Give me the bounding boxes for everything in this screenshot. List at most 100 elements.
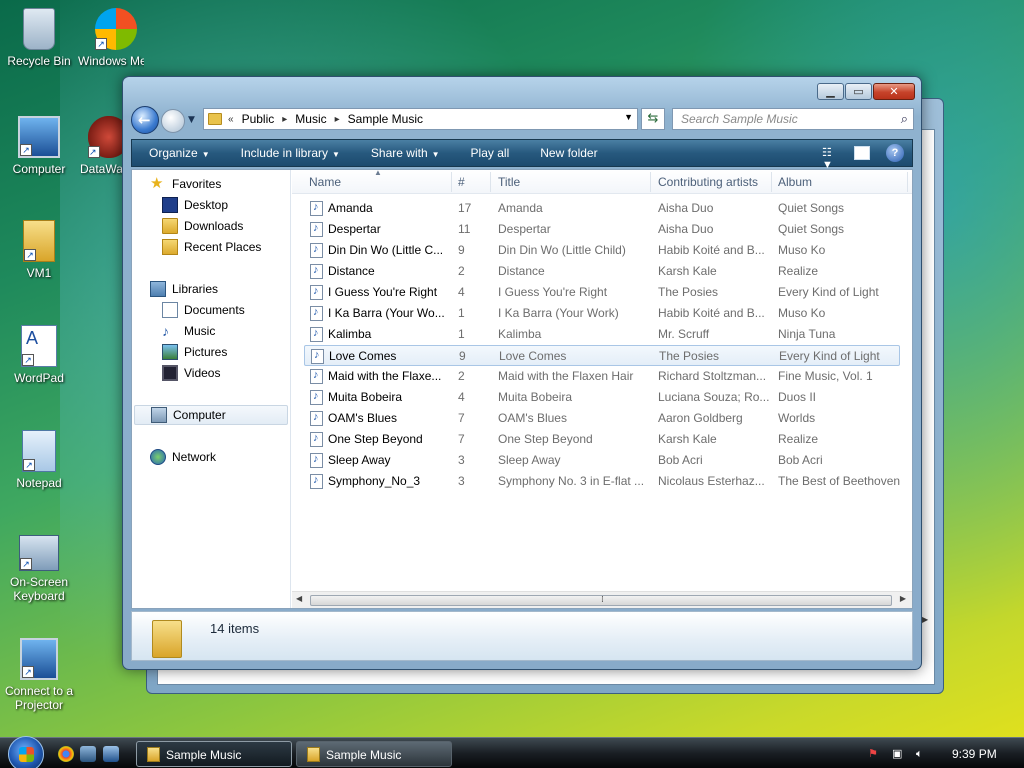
scroll-right-icon[interactable]: ▶ — [900, 594, 906, 603]
refresh-icon: ⇆ — [647, 111, 659, 126]
breadcrumb-sample-music[interactable]: Sample Music — [348, 112, 423, 126]
file-row[interactable]: ♪ Muita Bobeira 4 Muita Bobeira Luciana Souz… — [304, 387, 900, 408]
search-input[interactable]: Search Sample Music ⌕ — [672, 108, 914, 130]
show-desktop-icon[interactable] — [80, 746, 96, 762]
nav-libraries[interactable]: Libraries — [150, 279, 218, 299]
clock[interactable]: 9:39 PM — [952, 747, 997, 761]
file-row[interactable]: ♪ Din Din Wo (Little C... 9 Din Din Wo (Lit… — [304, 240, 900, 261]
column-header-album[interactable]: Album — [778, 175, 812, 189]
column-divider[interactable] — [490, 172, 491, 192]
switch-windows-icon[interactable] — [103, 746, 119, 762]
play-all-button[interactable]: Play all — [471, 146, 510, 160]
change-view-icon[interactable]: ☷ ▼ — [822, 146, 838, 171]
command-bar-right: ☷ ▼ ? — [808, 144, 904, 171]
minimize-button[interactable]: ▁ — [817, 83, 844, 100]
file-row[interactable]: ♪ Sleep Away 3 Sleep Away Bob Acri Bob Acri — [304, 450, 900, 471]
address-overflow[interactable]: « — [228, 114, 234, 125]
organize-menu[interactable]: Organize ▼ — [149, 146, 210, 160]
album: Bob Acri — [778, 453, 823, 467]
desktop-icon-wordpad[interactable]: A ↗ WordPad — [1, 325, 77, 385]
file-row[interactable]: ♪ OAM's Blues 7 OAM's Blues Aaron Goldberg Wo… — [304, 408, 900, 429]
desktop-icon-datawa[interactable]: ↗ DataWa — [70, 116, 130, 176]
nav-network[interactable]: Network — [150, 447, 216, 467]
column-header-name[interactable]: Name — [309, 175, 341, 189]
nav-music[interactable]: ♪ Music — [162, 321, 215, 341]
taskbar-button-sample-music-1[interactable]: Sample Music — [136, 741, 292, 767]
desktop-icon-recycle-bin[interactable]: Recycle Bin — [1, 8, 77, 68]
column-header-number[interactable]: # — [458, 175, 465, 189]
explorer-window[interactable]: ▁ ▭ ✕ ← ▼ « Public ▸ Music ▸ Sample Musi… — [122, 76, 922, 670]
nav-documents[interactable]: Documents — [162, 300, 245, 320]
contributing-artist: Karsh Kale — [658, 432, 717, 446]
shortcut-arrow-icon: ↗ — [20, 558, 32, 570]
file-row[interactable]: ♪ Love Comes 9 Love Comes The Posies Every Ki… — [304, 345, 900, 366]
column-header-contributing-artists[interactable]: Contributing artists — [658, 175, 758, 189]
music-file-icon: ♪ — [311, 349, 324, 364]
column-divider[interactable] — [907, 172, 908, 192]
nav-favorites[interactable]: ★ Favorites — [150, 174, 221, 194]
desktop-icon-vm1[interactable]: ↗ VM1 — [1, 220, 77, 280]
scrollbar-thumb[interactable]: ⁞ — [310, 595, 892, 606]
desktop-icon-windows-media-center[interactable]: ↗ Windows Media C — [78, 8, 154, 68]
column-divider[interactable] — [650, 172, 651, 192]
chevron-right-icon[interactable]: ▸ — [335, 114, 340, 125]
nav-videos[interactable]: Videos — [162, 363, 220, 383]
forward-button[interactable] — [161, 109, 185, 133]
nav-recent-places[interactable]: Recent Places — [162, 237, 261, 257]
desktop-icon-label: Connect to a Projector — [4, 684, 74, 712]
file-name: Amanda — [328, 201, 373, 215]
nav-downloads[interactable]: Downloads — [162, 216, 243, 236]
nav-computer[interactable]: Computer — [134, 405, 288, 425]
search-icon[interactable]: ⌕ — [901, 111, 908, 127]
chevron-right-icon[interactable]: ▸ — [282, 114, 287, 125]
close-button[interactable]: ✕ — [873, 83, 915, 100]
file-row[interactable]: ♪ Distance 2 Distance Karsh Kale Realize — [304, 261, 900, 282]
share-with-menu[interactable]: Share with ▼ — [371, 146, 440, 160]
scroll-left-icon[interactable]: ◀ — [296, 594, 302, 603]
contributing-artist: Aisha Duo — [658, 201, 714, 215]
new-folder-button[interactable]: New folder — [540, 146, 597, 160]
column-divider[interactable] — [771, 172, 772, 192]
downloads-folder-icon — [162, 218, 178, 234]
address-dropdown-icon[interactable]: ▼ — [624, 112, 633, 122]
file-row[interactable]: ♪ I Ka Barra (Your Wo... 1 I Ka Barra (Your… — [304, 303, 900, 324]
back-button[interactable]: ← — [131, 106, 159, 134]
taskbar-button-sample-music-2[interactable]: Sample Music — [296, 741, 452, 767]
chrome-icon[interactable] — [58, 746, 74, 762]
history-dropdown-icon[interactable]: ▼ — [188, 115, 195, 125]
preview-pane-icon[interactable] — [854, 146, 870, 160]
file-row[interactable]: ♪ One Step Beyond 7 One Step Beyond Karsh Ka… — [304, 429, 900, 450]
desktop-icon-connect-to-projector[interactable]: ↗ Connect to a Projector — [1, 638, 77, 712]
nav-pictures[interactable]: Pictures — [162, 342, 227, 362]
file-row[interactable]: ♪ Despertar 11 Despertar Aisha Duo Quiet Song… — [304, 219, 900, 240]
network-tray-icon[interactable]: ▣ — [892, 747, 906, 761]
file-row[interactable]: ♪ Kalimba 1 Kalimba Mr. Scruff Ninja Tuna — [304, 324, 900, 345]
action-center-flag-icon[interactable]: ⚑ — [868, 747, 882, 761]
breadcrumb-music[interactable]: Music — [295, 112, 326, 126]
track-number: 4 — [458, 285, 465, 299]
help-icon[interactable]: ? — [886, 144, 904, 162]
command-bar: Organize ▼ Include in library ▼ Share with… — [131, 139, 913, 171]
refresh-button[interactable]: ⇆ — [641, 108, 665, 130]
address-bar[interactable]: « Public ▸ Music ▸ Sample Music ▼ — [203, 108, 638, 130]
caption-buttons: ▁ ▭ ✕ — [816, 83, 915, 100]
breadcrumb-public[interactable]: Public — [242, 112, 275, 126]
file-row[interactable]: ♪ I Guess You're Right 4 I Guess You're Rig… — [304, 282, 900, 303]
start-button[interactable] — [8, 736, 44, 768]
file-row[interactable]: ♪ Amanda 17 Amanda Aisha Duo Quiet Songs — [304, 198, 900, 219]
column-header-title[interactable]: Title — [498, 175, 520, 189]
file-row[interactable]: ♪ Maid with the Flaxe... 2 Maid with the Fl… — [304, 366, 900, 387]
column-divider[interactable] — [451, 172, 452, 192]
nav-desktop[interactable]: Desktop — [162, 195, 228, 215]
volume-icon[interactable]: 🔈︎ — [916, 747, 930, 761]
maximize-button[interactable]: ▭ — [845, 83, 872, 100]
desktop-icon-notepad[interactable]: ↗ Notepad — [1, 430, 77, 490]
horizontal-scrollbar[interactable]: ◀ ⁞ ▶ — [292, 591, 912, 608]
file-row[interactable]: ♪ Symphony_No_3 3 Symphony No. 3 in E-flat … — [304, 471, 900, 492]
album: Realize — [778, 432, 819, 446]
network-icon — [150, 449, 166, 465]
desktop-icon-on-screen-keyboard[interactable]: ↗ On-Screen Keyboard — [1, 535, 77, 603]
include-in-library-menu[interactable]: Include in library ▼ — [241, 146, 340, 160]
desktop-icon-computer[interactable]: ↗ Computer — [1, 116, 77, 176]
background-window-scroll-icon[interactable]: ▶ — [922, 615, 928, 624]
